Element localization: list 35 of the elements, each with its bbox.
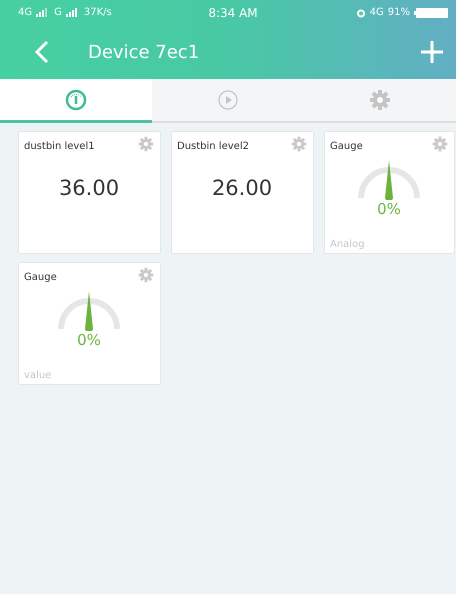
- gear-icon: [369, 89, 391, 111]
- tab[interactable]: [304, 79, 456, 123]
- widget-title: Gauge: [330, 141, 363, 152]
- widget-value: 26.00: [210, 176, 274, 200]
- widget-card[interactable]: dustbin level1 36.00: [18, 131, 161, 254]
- widget-card[interactable]: Gauge 0% Analog: [324, 131, 455, 254]
- device-title: Device 7ec1: [88, 42, 200, 62]
- back-chevron-icon: [34, 40, 50, 64]
- widget-card[interactable]: Dustbin level2 26.00: [171, 131, 314, 254]
- play-icon: [217, 89, 239, 111]
- plus-icon: [420, 40, 444, 64]
- gear-icon[interactable]: [432, 136, 448, 152]
- gauge-reading: 0%: [77, 331, 101, 349]
- data-speed: 37K/s: [84, 7, 112, 18]
- tab[interactable]: [152, 79, 304, 123]
- clock-time: 8:34 AM: [208, 6, 258, 20]
- widget-title: Gauge: [24, 272, 57, 283]
- gauge-caption: value: [24, 370, 52, 381]
- signal-icon: [66, 8, 80, 17]
- battery-icon: [414, 8, 448, 18]
- alarm-clock-icon: [356, 8, 366, 18]
- gauge-icon: [65, 88, 87, 110]
- widget-value: 36.00: [58, 176, 120, 200]
- widget-card[interactable]: Gauge 0% value: [18, 262, 161, 385]
- gear-icon[interactable]: [138, 267, 154, 283]
- gear-icon[interactable]: [138, 136, 154, 152]
- widget-title: Dustbin level2: [177, 141, 249, 152]
- network-label: 4G: [18, 7, 32, 18]
- gear-icon[interactable]: [291, 136, 307, 152]
- gauge-reading: 0%: [377, 200, 401, 218]
- network-label: 4G: [370, 7, 384, 18]
- gauge-caption: Analog: [330, 239, 366, 250]
- widget-title: dustbin level1: [24, 141, 95, 152]
- network-label: G: [54, 7, 62, 18]
- battery-percent: 91%: [388, 7, 410, 18]
